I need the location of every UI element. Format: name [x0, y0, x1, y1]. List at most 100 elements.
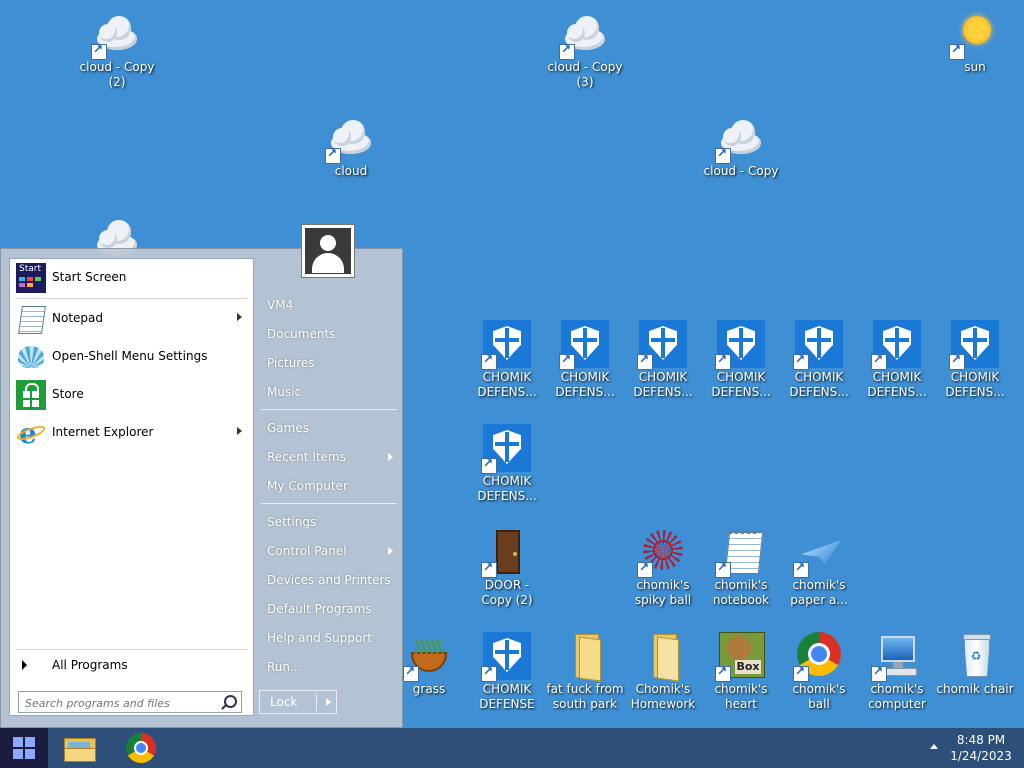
desktop-icon-label: CHOMIK DEFENS... [477, 370, 537, 399]
menu-item-run[interactable]: Run... [259, 656, 399, 678]
lock-button[interactable]: Lock [259, 690, 337, 714]
desktop-icon-cloud-copy-2[interactable]: cloud - Copy (2) [78, 10, 156, 90]
menu-item-label: My Computer [267, 479, 348, 493]
desktop-icon-chomik-defense-2[interactable]: CHOMIK DEFENS... [546, 320, 624, 400]
desktop-icon-chomik-defense-8[interactable]: CHOMIK DEFENS... [468, 424, 546, 504]
desktop-icon-folder-homework[interactable]: Chomik's Homework [624, 632, 702, 712]
cloud-icon [325, 114, 375, 164]
desktop-icon-paper-airplane[interactable]: chomik's paper a... [780, 528, 858, 608]
desktop-icon-cloud-copy[interactable]: cloud - Copy [702, 114, 780, 179]
menu-item-start-screen[interactable]: Start Start Screen [16, 261, 248, 295]
desktop-icon-label: CHOMIK DEFENS... [945, 370, 1005, 399]
start-screen-icon: Start [16, 263, 46, 293]
search-icon [224, 695, 237, 708]
menu-item-label: Devices and Printers [267, 573, 391, 587]
menu-item-help-support[interactable]: Help and Support [259, 627, 399, 649]
menu-item-my-computer[interactable]: My Computer [259, 475, 399, 497]
desktop-icon-label: chomik's paper a... [790, 578, 848, 607]
show-hidden-icons-icon[interactable] [930, 744, 938, 749]
notepad-icon [16, 304, 46, 334]
menu-item-music[interactable]: Music [259, 381, 399, 403]
file-explorer-taskbar-icon[interactable] [62, 734, 96, 762]
desktop-icon-label: chomik's ball [792, 682, 846, 711]
desktop-icon-heart[interactable]: Box chomik's heart [702, 632, 780, 712]
menu-item-pictures[interactable]: Pictures [259, 352, 399, 374]
desktop-icon-cloud-copy-3[interactable]: cloud - Copy (3) [546, 10, 624, 90]
shield-icon [871, 320, 921, 370]
desktop-icon-door-copy-2[interactable]: DOOR - Copy (2) [468, 528, 546, 608]
menu-item-store[interactable]: Store [16, 378, 248, 412]
expand-arrow-icon [22, 660, 27, 670]
menu-item-internet-explorer[interactable]: e Internet Explorer [15, 416, 248, 450]
desktop-icon-chomik-defense-3[interactable]: CHOMIK DEFENS... [624, 320, 702, 400]
desktop-icon-chair[interactable]: ♻ chomik chair [936, 632, 1014, 697]
desktop-icon-cloud[interactable]: cloud [312, 114, 390, 179]
menu-separator [261, 409, 397, 410]
store-icon [16, 380, 46, 410]
desktop-icon-chomik-defense-6[interactable]: CHOMIK DEFENS... [858, 320, 936, 400]
desktop-icon-notebook[interactable]: chomik's notebook [702, 528, 780, 608]
desktop-icon-label: DOOR - Copy (2) [481, 578, 533, 607]
start-screen-icon-text: Start [19, 264, 41, 274]
desktop-icon-chomik-defense-1[interactable]: CHOMIK DEFENS... [468, 320, 546, 400]
menu-item-documents[interactable]: Documents [259, 323, 399, 345]
desktop-icon-computer[interactable]: chomik's computer [858, 632, 936, 712]
search-box[interactable] [18, 691, 242, 713]
chrome-taskbar-icon[interactable] [126, 733, 156, 763]
lock-options-arrow-icon[interactable] [326, 698, 331, 706]
taskbar: 8:48 PM 1/24/2023 [0, 728, 1024, 768]
submenu-arrow-icon [388, 453, 393, 461]
menu-item-control-panel[interactable]: Control Panel [259, 540, 399, 562]
clock-time: 8:48 PM [956, 733, 1006, 747]
desktop-icon-label: CHOMIK DEFENS... [555, 370, 615, 399]
menu-item-open-shell-settings[interactable]: Open-Shell Menu Settings [16, 340, 248, 374]
button-divider [316, 693, 317, 711]
menu-item-default-programs[interactable]: Default Programs [259, 598, 399, 620]
desktop-icon-ball[interactable]: chomik's ball [780, 632, 858, 712]
all-programs-label: All Programs [52, 658, 128, 672]
shield-icon [793, 320, 843, 370]
desktop-icon-chomik-defense-4[interactable]: CHOMIK DEFENS... [702, 320, 780, 400]
desktop-icon-folder-fat[interactable]: fat fuck from south park [546, 632, 624, 712]
desktop-icon-spiky-ball[interactable]: chomik's spiky ball [624, 528, 702, 608]
folder-icon [561, 632, 609, 682]
recycle-bin-icon: ♻ [951, 632, 999, 680]
desktop-icon-label: chomik's computer [868, 682, 926, 711]
shell-icon [16, 342, 46, 372]
desktop-icon-sun[interactable]: sun [936, 10, 1014, 75]
shield-icon [715, 320, 765, 370]
desktop-icon-label: sun [964, 60, 986, 74]
menu-item-label: VM4 [267, 298, 294, 312]
menu-item-label: Help and Support [267, 631, 372, 645]
menu-item-label: Store [52, 387, 84, 401]
menu-item-recent-items[interactable]: Recent Items [259, 446, 399, 468]
desktop-icon-chomik-defense-7[interactable]: CHOMIK DEFENS... [936, 320, 1014, 400]
cloud-icon [91, 10, 141, 60]
start-button[interactable] [0, 728, 48, 768]
menu-item-label: Run... [267, 660, 302, 674]
menu-item-settings[interactable]: Settings [259, 511, 399, 533]
menu-item-label: Pictures [267, 356, 315, 370]
sun-icon [949, 10, 999, 60]
menu-separator [16, 298, 248, 299]
menu-separator [16, 649, 248, 650]
desktop-icon-chomik-defense-5[interactable]: CHOMIK DEFENS... [780, 320, 858, 400]
submenu-arrow-icon [237, 313, 242, 321]
submenu-arrow-icon [388, 547, 393, 555]
user-picture[interactable] [301, 224, 355, 278]
shield-icon [949, 320, 999, 370]
system-clock[interactable]: 8:48 PM 1/24/2023 [948, 732, 1014, 764]
menu-item-devices-printers[interactable]: Devices and Printers [259, 569, 399, 591]
menu-item-label: Documents [267, 327, 336, 341]
search-input[interactable] [23, 694, 223, 712]
cloud-icon [559, 10, 609, 60]
menu-item-vm4[interactable]: VM4 [259, 294, 399, 316]
menu-item-notepad[interactable]: Notepad [16, 302, 248, 336]
desktop-icon-chomik-defense[interactable]: CHOMIK DEFENSE [468, 632, 546, 712]
paper-airplane-icon [793, 528, 843, 578]
menu-item-games[interactable]: Games [259, 417, 399, 439]
all-programs-button[interactable]: All Programs [16, 655, 248, 675]
menu-item-label: Settings [267, 515, 317, 529]
desktop-icon-label: CHOMIK DEFENS... [633, 370, 693, 399]
desktop-icon-label: chomik's notebook [712, 578, 770, 607]
